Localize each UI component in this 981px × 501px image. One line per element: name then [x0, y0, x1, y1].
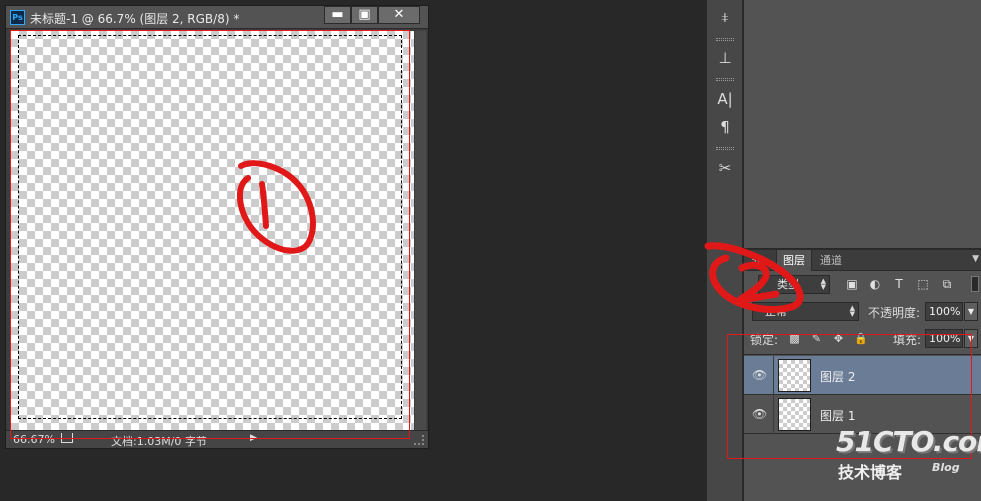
panel-tabs: 3D 图层 通道 ▼ [744, 250, 981, 271]
layer-filter-row: 类型 ▲ ▼ ▣ ◐ T ⬚ ⧉ [744, 272, 981, 298]
document-info: 文档:1.03M/0 字节 [111, 435, 207, 448]
dock-grip-icon[interactable] [716, 147, 734, 150]
resize-grip-icon[interactable] [414, 435, 424, 445]
tab-3d[interactable]: 3D [744, 250, 771, 271]
opacity-label: 不透明度: [868, 306, 921, 320]
panel-menu-icon[interactable]: ▼ [972, 254, 979, 264]
tool-presets-icon[interactable]: ✂ [713, 157, 737, 179]
layer-filter-kind: 类型 [777, 278, 799, 291]
paragraph-icon[interactable]: ¶ [713, 116, 737, 138]
blend-row: 正常 ▲ ▼ 不透明度: 100% ▼ [744, 299, 981, 323]
photoshop-workspace: Ps 未标题-1 @ 66.7% (图层 2, RGB/8) * ▬ ▣ ✕ 6… [0, 0, 981, 501]
maximize-button[interactable]: ▣ [351, 6, 378, 24]
layer-thumbnail [778, 398, 811, 431]
layer-row[interactable]: 👁 图层 2 [744, 356, 981, 395]
lock-image-icon[interactable]: ✎ [810, 332, 823, 345]
minimize-button[interactable]: ▬ [324, 6, 351, 24]
dock-grip-icon[interactable] [716, 38, 734, 41]
layers-list: 👁 图层 2 👁 图层 1 [744, 354, 981, 501]
character-icon[interactable]: A| [713, 88, 737, 110]
adjustment-filter-icon[interactable]: ◐ [868, 277, 882, 291]
stamp-icon[interactable]: ⊥ [713, 47, 737, 69]
opacity-input[interactable]: 100% [925, 302, 963, 321]
select-arrows-icon: ▲ ▼ [820, 277, 826, 291]
blend-mode-select[interactable]: 正常 ▲ ▼ [752, 302, 859, 321]
layer-filter-select[interactable]: 类型 ▲ ▼ [758, 275, 830, 294]
lock-all-icon[interactable]: 🔒 [854, 332, 868, 345]
smart-object-filter-icon[interactable]: ⧉ [940, 277, 954, 291]
lock-transparent-icon[interactable]: ▩ [788, 332, 801, 345]
lock-label: 锁定: [750, 333, 779, 347]
panel-dock-strip: ⧧ ⊥ A| ¶ ✂ [706, 0, 743, 501]
opacity-dropdown-button[interactable]: ▼ [964, 302, 978, 321]
layers-panel: 3D 图层 通道 ▼ 类型 ▲ ▼ ▣ ◐ T ⬚ ⧉ 正常 ▲ ▼ 不透明度: 1… [744, 249, 981, 501]
lock-row: 锁定: ▩ ✎ ✥ 🔒 填充: 100% ▼ [744, 327, 981, 351]
layer-row[interactable]: 👁 图层 1 [744, 395, 981, 434]
eye-icon[interactable]: 👁 [752, 407, 767, 421]
blend-mode-value: 正常 [765, 305, 787, 318]
divider [773, 356, 774, 395]
adjust-sliders-icon[interactable]: ⧧ [713, 6, 737, 28]
status-menu-arrow-icon[interactable]: ▶ [250, 433, 257, 443]
photoshop-logo-icon: Ps [10, 10, 25, 25]
dock-grip-icon[interactable] [716, 78, 734, 81]
type-filter-icon[interactable]: T [892, 277, 906, 291]
layer-name[interactable]: 图层 2 [820, 368, 855, 385]
layer-name[interactable]: 图层 1 [820, 407, 855, 424]
zoom-level[interactable]: 66.67% [13, 433, 55, 446]
document-title: 未标题-1 @ 66.7% (图层 2, RGB/8) * [30, 12, 240, 26]
marquee-selection [18, 35, 402, 419]
vertical-scrollbar[interactable] [415, 31, 426, 430]
fill-dropdown-button[interactable]: ▼ [964, 329, 978, 348]
fill-label: 填充: [893, 333, 922, 347]
fill-input[interactable]: 100% [925, 329, 963, 348]
shape-filter-icon[interactable]: ⬚ [916, 277, 930, 291]
export-icon[interactable] [61, 433, 73, 443]
document-window: Ps 未标题-1 @ 66.7% (图层 2, RGB/8) * ▬ ▣ ✕ 6… [5, 5, 429, 449]
divider [773, 395, 774, 434]
tab-channels[interactable]: 通道 [814, 250, 848, 271]
tab-layers[interactable]: 图层 [776, 250, 812, 271]
empty-panel-area [744, 0, 981, 248]
lock-position-icon[interactable]: ✥ [832, 332, 845, 345]
image-filter-icon[interactable]: ▣ [845, 277, 859, 291]
layer-thumbnail [778, 359, 811, 392]
filter-toggle[interactable] [971, 276, 979, 292]
document-status-bar: 66.67% 文档:1.03M/0 字节 ▶ [6, 430, 428, 448]
close-button[interactable]: ✕ [378, 6, 420, 24]
eye-icon[interactable]: 👁 [752, 368, 767, 382]
document-canvas[interactable] [11, 31, 414, 430]
document-title-bar[interactable]: Ps 未标题-1 @ 66.7% (图层 2, RGB/8) * ▬ ▣ ✕ [6, 6, 428, 29]
select-arrows-icon: ▲ ▼ [849, 304, 855, 318]
